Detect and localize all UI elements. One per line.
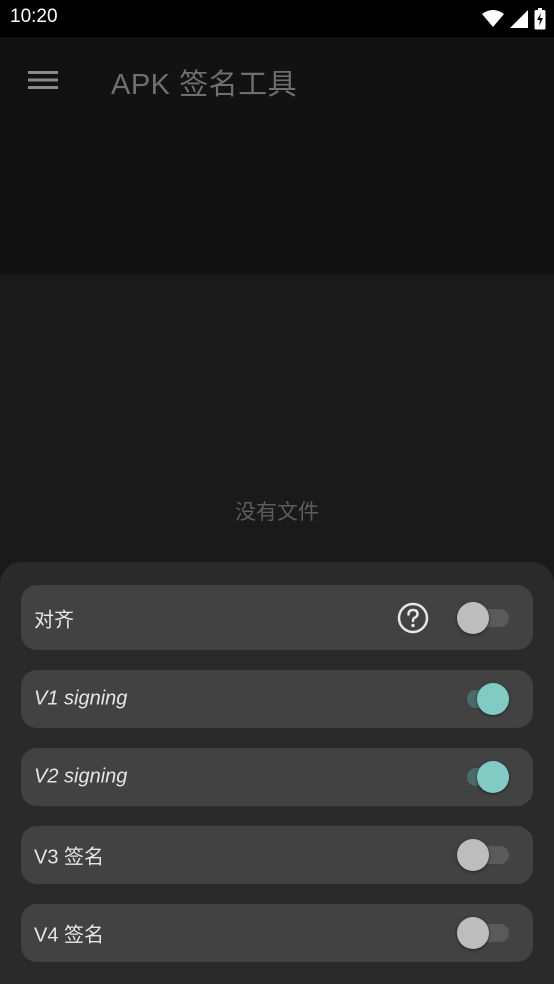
toggle-switch-v1[interactable] [457,682,509,716]
option-label: V1 signing [34,687,128,710]
toggle-switch-v4[interactable] [457,916,509,950]
option-v4-signing[interactable]: V4 签名 [21,904,533,962]
option-label: V4 签名 [34,924,105,947]
signal-icon [510,10,528,28]
option-label: V3 签名 [34,846,105,869]
status-time: 10:20 [10,6,58,27]
wifi-icon [482,10,504,27]
option-label: 对齐 [34,609,74,631]
status-icons [482,8,546,30]
help-button[interactable] [397,602,429,634]
toggle-switch-v3[interactable] [457,838,509,872]
switch-thumb [457,601,489,634]
screen: 10:20 APK 签名工具 没有文件 对齐 V1 signing V2 sig… [0,0,554,984]
switch-thumb [477,761,509,793]
switch-thumb [477,683,509,715]
status-bar: 10:20 [0,0,554,37]
signing-options-sheet: 对齐 V1 signing V2 signing V3 签名 V4 签名 [0,562,554,984]
menu-button[interactable] [24,63,62,97]
option-v1-signing[interactable]: V1 signing [21,670,533,728]
option-v3-signing[interactable]: V3 签名 [21,826,533,884]
switch-thumb [457,839,489,871]
help-circle-icon [397,602,429,633]
toggle-switch-align[interactable] [457,601,509,635]
hamburger-menu-icon [28,71,58,89]
switch-thumb [457,917,489,949]
battery-charging-icon [534,8,546,30]
option-align[interactable]: 对齐 [21,585,533,650]
option-v2-signing[interactable]: V2 signing [21,748,533,806]
app-title: APK 签名工具 [111,69,298,101]
option-label: V2 signing [34,765,128,788]
toggle-switch-v2[interactable] [457,760,509,794]
app-bar: APK 签名工具 [0,37,554,275]
empty-state-text: 没有文件 [235,500,319,524]
